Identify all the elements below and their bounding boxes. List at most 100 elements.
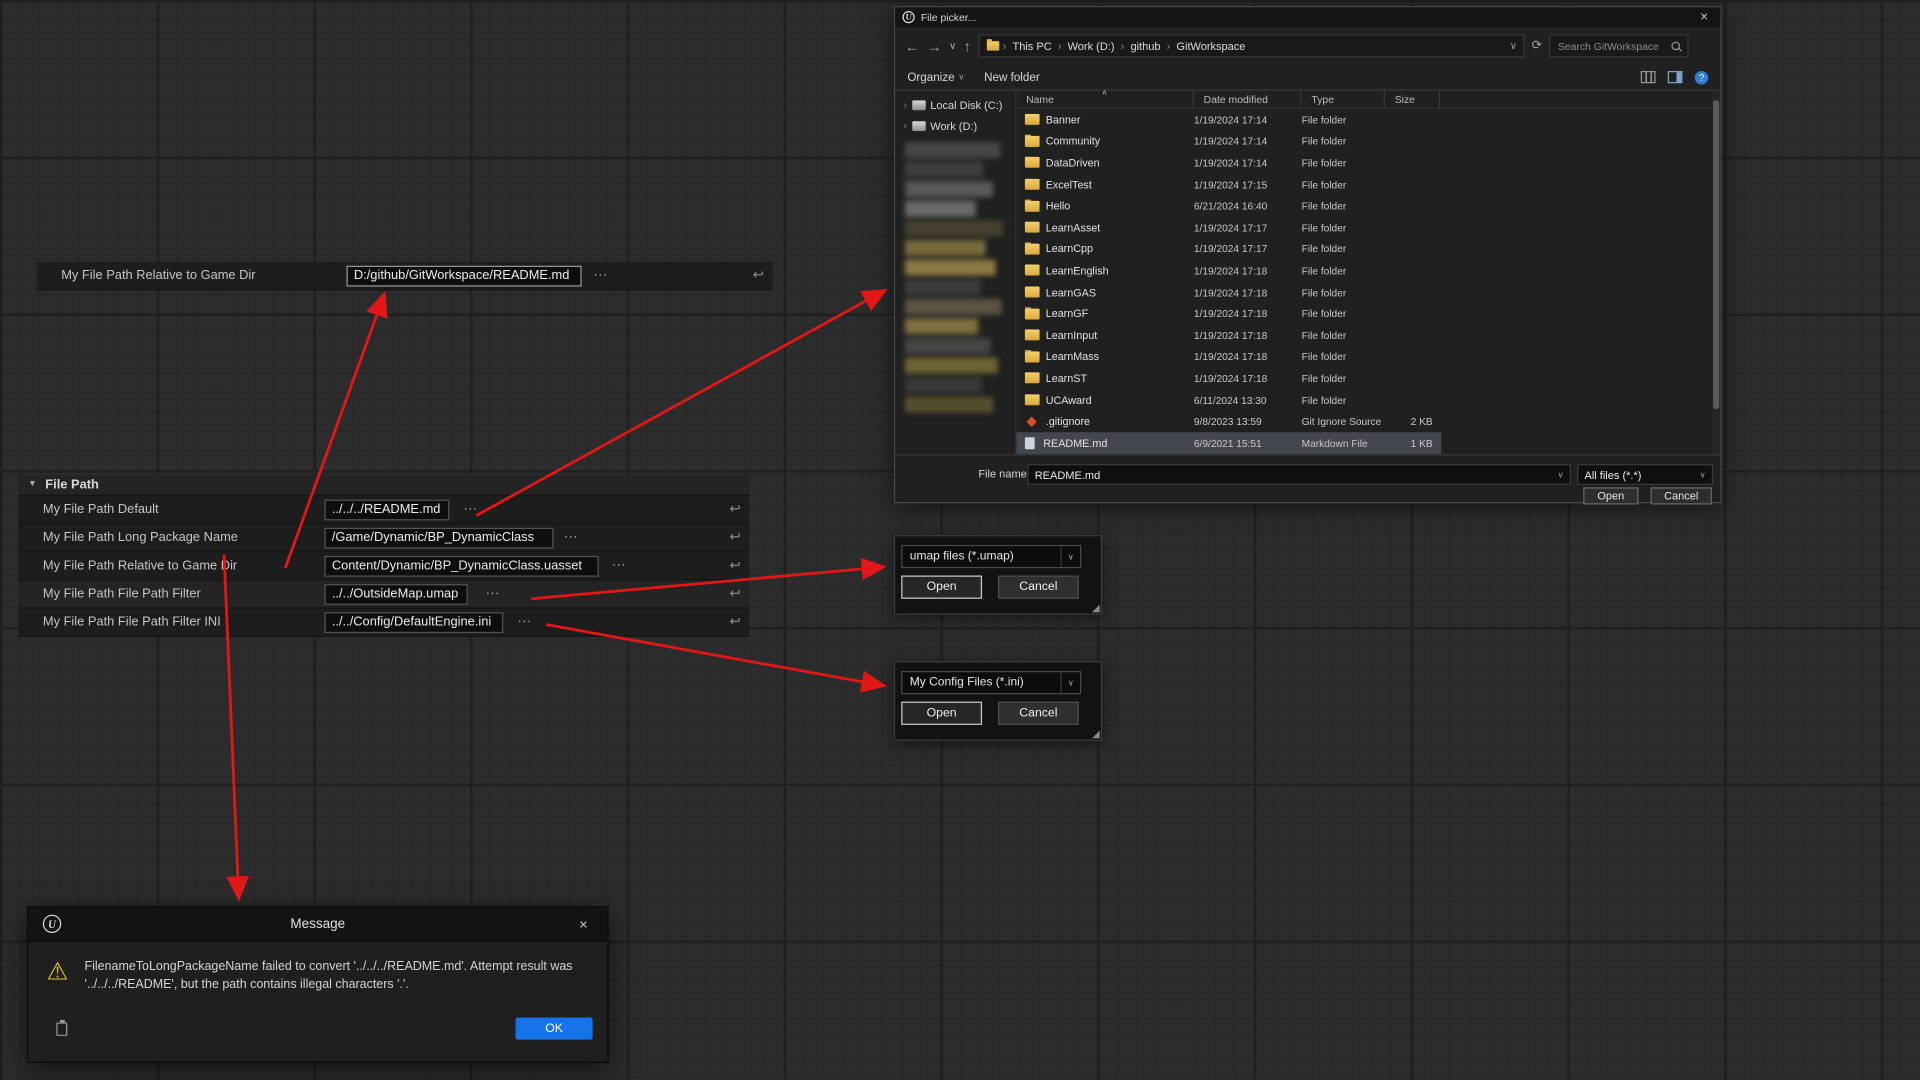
address-dropdown-chevron-icon[interactable]: ∨: [1510, 40, 1517, 51]
censored-thumbnail: [905, 279, 981, 295]
browse-ellipsis-button[interactable]: ...: [518, 612, 532, 625]
file-row[interactable]: Hello6/21/2024 16:40File folder: [1016, 195, 1441, 217]
chevron-down-icon[interactable]: ∨: [1060, 672, 1080, 693]
search-input[interactable]: Search GitWorkspace: [1549, 34, 1689, 57]
file-row[interactable]: LearnGAS1/19/2024 17:18File folder: [1016, 281, 1441, 303]
file-type-select[interactable]: All files (*.*) ∨: [1577, 464, 1713, 485]
file-row[interactable]: LearnMass1/19/2024 17:18File folder: [1016, 346, 1441, 368]
browse-ellipsis-button[interactable]: ...: [464, 500, 478, 513]
censored-thumbnail: [905, 181, 993, 197]
file-row[interactable]: LearnInput1/19/2024 17:18File folder: [1016, 324, 1441, 346]
scrollbar-thumb[interactable]: [1713, 100, 1719, 409]
sidebar-item-local-disk-c[interactable]: › Local Disk (C:): [895, 94, 1015, 115]
browse-ellipsis-button[interactable]: ...: [594, 266, 608, 279]
folder-icon: [1025, 222, 1040, 233]
open-button[interactable]: Open: [901, 702, 982, 725]
reset-to-default-icon[interactable]: ↩: [730, 501, 741, 517]
file-name: LearnMass: [1046, 351, 1099, 363]
recent-locations-chevron-icon[interactable]: ∨: [949, 40, 956, 51]
file-filter-select[interactable]: My Config Files (*.ini) ∨: [901, 671, 1081, 694]
address-bar[interactable]: › This PC › Work (D:) › github › GitWork…: [978, 34, 1524, 57]
file-type: File folder: [1302, 178, 1385, 190]
expander-icon[interactable]: ›: [904, 99, 907, 110]
reset-to-default-icon[interactable]: ↩: [753, 267, 764, 283]
reset-to-default-icon[interactable]: ↩: [730, 585, 741, 601]
help-icon[interactable]: ?: [1695, 70, 1708, 83]
file-row[interactable]: LearnCpp1/19/2024 17:17File folder: [1016, 238, 1441, 260]
file-row[interactable]: LearnEnglish1/19/2024 17:18File folder: [1016, 260, 1441, 282]
file-type: File folder: [1302, 243, 1385, 255]
vertical-scrollbar[interactable]: [1712, 91, 1721, 455]
column-header-name[interactable]: ∧ Name: [1016, 91, 1194, 108]
censored-thumbnail: [905, 318, 978, 334]
breadcrumb-github[interactable]: github: [1127, 40, 1164, 52]
resize-grip-icon[interactable]: ◢: [1092, 602, 1100, 613]
file-row[interactable]: LearnST1/19/2024 17:18File folder: [1016, 368, 1441, 390]
column-header-size[interactable]: Size: [1385, 91, 1440, 108]
file-row[interactable]: DataDriven1/19/2024 17:14File folder: [1016, 152, 1441, 174]
forward-icon[interactable]: →: [927, 37, 942, 54]
new-folder-button[interactable]: New folder: [984, 70, 1040, 83]
file-row[interactable]: LearnGF1/19/2024 17:18File folder: [1016, 303, 1441, 325]
expander-icon[interactable]: ›: [904, 120, 907, 131]
reset-to-default-icon[interactable]: ↩: [730, 613, 741, 629]
file-row[interactable]: UCAward6/11/2024 13:30File folder: [1016, 389, 1441, 411]
breadcrumb-this-pc[interactable]: This PC: [1009, 40, 1056, 52]
open-button[interactable]: Open: [901, 576, 982, 599]
file-path-input[interactable]: ../../OutsideMap.umap: [324, 584, 467, 605]
refresh-icon[interactable]: ⟳: [1532, 39, 1542, 52]
file-path-input[interactable]: D:/github/GitWorkspace/README.md: [347, 266, 582, 287]
browse-ellipsis-button[interactable]: ...: [612, 556, 626, 569]
close-icon[interactable]: ×: [574, 915, 592, 932]
cancel-button[interactable]: Cancel: [1651, 487, 1712, 504]
column-header-date-modified[interactable]: Date modified: [1194, 91, 1302, 108]
back-icon[interactable]: ←: [905, 37, 920, 54]
reset-to-default-icon[interactable]: ↩: [730, 557, 741, 573]
breadcrumb-gitworkspace[interactable]: GitWorkspace: [1173, 40, 1249, 52]
file-name-input[interactable]: README.md ∨: [1027, 464, 1571, 485]
sidebar-item-work-d[interactable]: › Work (D:): [895, 115, 1015, 136]
file-name: DataDriven: [1046, 157, 1100, 169]
breadcrumb-work-d[interactable]: Work (D:): [1064, 40, 1118, 52]
file-path-input[interactable]: /Game/Dynamic/BP_DynamicClass: [324, 528, 553, 549]
file-path-input[interactable]: ../../../README.md: [324, 500, 449, 521]
chevron-down-icon[interactable]: ∨: [1060, 546, 1080, 567]
up-icon[interactable]: ↑: [964, 37, 971, 54]
column-header-type[interactable]: Type: [1302, 91, 1385, 108]
file-path-section: ▼ File Path My File Path Default ../../.…: [18, 475, 749, 637]
file-row[interactable]: .gitignore9/8/2023 13:59Git Ignore Sourc…: [1016, 411, 1441, 433]
expand-caret-icon[interactable]: ▼: [28, 480, 36, 489]
close-icon[interactable]: ×: [1695, 10, 1713, 25]
cancel-button[interactable]: Cancel: [998, 702, 1079, 725]
file-name: LearnInput: [1046, 329, 1098, 341]
chevron-down-icon[interactable]: ∨: [1695, 470, 1706, 480]
file-row[interactable]: Community1/19/2024 17:14File folder: [1016, 131, 1441, 153]
file-row[interactable]: LearnAsset1/19/2024 17:17File folder: [1016, 217, 1441, 239]
copy-to-clipboard-icon[interactable]: [56, 1022, 67, 1035]
organize-button[interactable]: Organize ∨: [907, 70, 964, 83]
change-view-icon[interactable]: [1641, 71, 1656, 83]
dialog-title: Message: [28, 917, 607, 932]
chevron-down-icon[interactable]: ∨: [1553, 470, 1564, 480]
section-header[interactable]: ▼ File Path: [18, 475, 749, 496]
file-path-input[interactable]: Content/Dynamic/BP_DynamicClass.uasset: [324, 556, 598, 577]
property-label: My File Path Default: [43, 502, 159, 517]
browse-ellipsis-button[interactable]: ...: [486, 584, 500, 597]
ok-button[interactable]: OK: [516, 1018, 593, 1040]
preview-pane-icon[interactable]: [1668, 71, 1683, 83]
property-label: My File Path Long Package Name: [43, 530, 238, 545]
file-row[interactable]: ExcelTest1/19/2024 17:15File folder: [1016, 174, 1441, 196]
open-button[interactable]: Open: [1583, 487, 1638, 504]
cancel-button[interactable]: Cancel: [998, 576, 1079, 599]
file-row[interactable]: Banner1/19/2024 17:14File folder: [1016, 109, 1441, 131]
ini-filter-dialog: My Config Files (*.ini) ∨ Open Cancel ◢: [894, 661, 1102, 741]
resize-grip-icon[interactable]: ◢: [1092, 729, 1100, 740]
file-filter-select[interactable]: umap files (*.umap) ∨: [901, 545, 1081, 568]
file-name: LearnCpp: [1046, 243, 1093, 255]
section-title: File Path: [45, 478, 99, 493]
browse-ellipsis-button[interactable]: ...: [564, 528, 578, 541]
reset-to-default-icon[interactable]: ↩: [730, 529, 741, 545]
censored-thumbnail: [905, 397, 993, 413]
file-row-selected[interactable]: README.md6/9/2021 15:51Markdown File1 KB: [1016, 432, 1441, 454]
file-path-input[interactable]: ../../Config/DefaultEngine.ini: [324, 612, 503, 633]
